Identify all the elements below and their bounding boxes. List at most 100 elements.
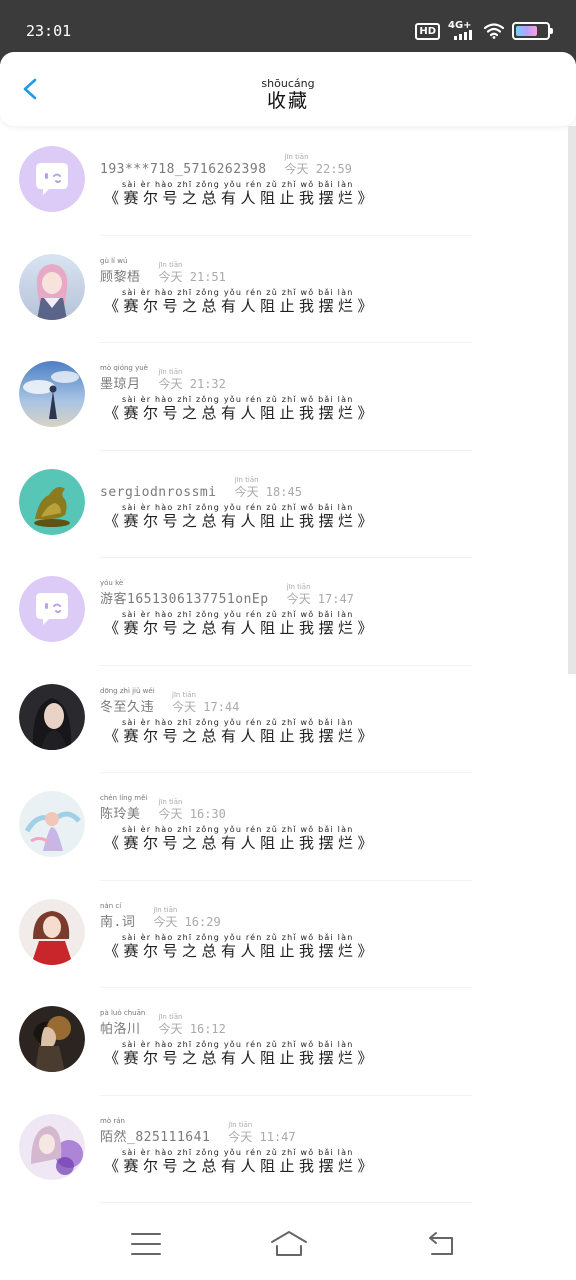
user-meta: mò rán 陌然_825111641 jīn tiān 今天 11:47	[100, 1117, 296, 1145]
list-item[interactable]: pà luò chuān 帕洛川 jīn tiān 今天 16:12 sài èr hà…	[0, 988, 568, 1096]
post-title-link[interactable]: 《赛尔号之总有人阻止我摆烂》	[104, 617, 377, 638]
timestamp: jīn tiān 今天 16:30	[159, 798, 226, 821]
user-name-pinyin: yóu kè	[100, 579, 124, 587]
menu-button[interactable]	[128, 1228, 164, 1260]
user-name-pinyin: pà luò chuān	[100, 1009, 146, 1017]
post-title-link[interactable]: 《赛尔号之总有人阻止我摆烂》	[104, 402, 377, 423]
user-name-wrap: chén líng měi 陈玲美	[100, 794, 147, 822]
user-name[interactable]: 193***718_5716262398	[100, 162, 267, 177]
avatar[interactable]	[19, 898, 85, 965]
user-name[interactable]: 游客1651306137751onEp	[100, 592, 269, 607]
timestamp: jīn tiān 今天 18:45	[234, 476, 302, 499]
post-title-link[interactable]: 《赛尔号之总有人阻止我摆烂》	[104, 832, 377, 853]
avatar[interactable]	[19, 253, 85, 320]
timestamp: jīn tiān 今天 21:51	[158, 261, 226, 284]
back-nav-button[interactable]	[424, 1228, 460, 1260]
user-name-pinyin: mò rán	[100, 1116, 125, 1125]
home-icon	[271, 1231, 307, 1256]
avatar[interactable]	[19, 1006, 85, 1072]
divider	[100, 1202, 472, 1203]
timestamp-pinyin: jīn tiān	[158, 260, 183, 269]
user-name-wrap: pà luò chuān 帕洛川	[100, 1009, 145, 1037]
timestamp-pinyin: jīn tiān	[158, 1013, 183, 1021]
avatar[interactable]	[19, 576, 85, 642]
status-icons: HD 4G+	[415, 20, 553, 42]
avatar[interactable]	[19, 468, 85, 535]
user-meta: gù lí wú 顾黎梧 jīn tiān 今天 21:51	[100, 257, 226, 285]
user-name[interactable]: 陈玲美	[100, 807, 141, 822]
user-name-wrap: mò qióng yuè 墨琼月	[100, 364, 148, 392]
signal-icon: 4G+	[448, 20, 476, 42]
list-item[interactable]: dōng zhì jiǔ wéi 冬至久违 jīn tiān 今天 17:44 sài …	[0, 666, 568, 773]
hd-icon: HD	[415, 22, 440, 40]
list-item[interactable]: 193***718_5716262398 jīn tiān 今天 22:59 sài …	[0, 128, 568, 236]
timestamp-text: 今天 11:47	[228, 1129, 296, 1144]
list-item[interactable]: yóu kè 游客1651306137751onEp jīn tiān 今天 17:4…	[0, 558, 568, 666]
post-title-link[interactable]: 《赛尔号之总有人阻止我摆烂》	[104, 295, 377, 316]
timestamp-pinyin: jīn tiān	[234, 475, 259, 484]
avatar[interactable]	[19, 146, 85, 212]
post-title-link[interactable]: 《赛尔号之总有人阻止我摆烂》	[104, 725, 377, 746]
timestamp-text: 今天 22:59	[284, 162, 352, 176]
timestamp: jīn tiān 今天 11:47	[228, 1121, 296, 1144]
home-button[interactable]	[270, 1228, 308, 1260]
timestamp: jīn tiān 今天 16:29	[153, 906, 221, 929]
menu-icon	[131, 1233, 161, 1255]
avatar[interactable]	[19, 1113, 85, 1180]
list-item[interactable]: gù lí wú 顾黎梧 jīn tiān 今天 21:51 sài èr hào zh…	[0, 236, 568, 343]
user-meta: pà luò chuān 帕洛川 jīn tiān 今天 16:12	[100, 1009, 226, 1037]
page-title: 收藏	[266, 90, 309, 112]
list-item[interactable]: nán cí 南.词 jīn tiān 今天 16:29 sài èr hào zhī …	[0, 881, 568, 988]
status-time: 23:01	[26, 22, 72, 40]
user-name[interactable]: 陌然_825111641	[100, 1130, 210, 1145]
timestamp-text: 今天 18:45	[234, 484, 302, 499]
list-item[interactable]: mò rán 陌然_825111641 jīn tiān 今天 11:47 sài èr…	[0, 1096, 568, 1203]
post-title-link[interactable]: 《赛尔号之总有人阻止我摆烂》	[104, 187, 377, 208]
post-title-link[interactable]: 《赛尔号之总有人阻止我摆烂》	[104, 510, 377, 531]
wifi-icon	[484, 23, 504, 39]
timestamp: jīn tiān 今天 16:12	[158, 1013, 226, 1036]
user-name[interactable]: 顾黎梧	[100, 270, 141, 285]
list-item[interactable]: sergiodnrossmi jīn tiān 今天 18:45 sài èr hào…	[0, 451, 568, 558]
avatar[interactable]	[19, 791, 85, 857]
user-meta: nán cí 南.词 jīn tiān 今天 16:29	[100, 902, 221, 930]
post-title-link[interactable]: 《赛尔号之总有人阻止我摆烂》	[104, 940, 377, 961]
timestamp-text: 今天 16:29	[153, 914, 221, 929]
timestamp-pinyin: jīn tiān	[286, 583, 311, 591]
list-item[interactable]: chén líng měi 陈玲美 jīn tiān 今天 16:30 sài èr h…	[0, 773, 568, 881]
user-name-pinyin: dōng zhì jiǔ wéi	[100, 686, 155, 695]
user-name-wrap: 193***718_5716262398	[100, 158, 267, 177]
user-meta: dōng zhì jiǔ wéi 冬至久违 jīn tiān 今天 17:44	[100, 687, 240, 715]
user-name[interactable]: sergiodnrossmi	[100, 485, 217, 500]
user-name-wrap: mò rán 陌然_825111641	[100, 1117, 210, 1145]
timestamp-text: 今天 21:51	[158, 269, 226, 284]
user-name[interactable]: 南.词	[100, 915, 135, 930]
user-name[interactable]: 帕洛川	[100, 1022, 141, 1037]
timestamp-pinyin: jīn tiān	[228, 1120, 253, 1129]
list-item[interactable]: mò qióng yuè 墨琼月 jīn tiān 今天 21:32 sài èr hà…	[0, 343, 568, 451]
user-name-wrap: sergiodnrossmi	[100, 481, 217, 500]
avatar[interactable]	[19, 361, 85, 427]
user-name-wrap: gù lí wú 顾黎梧	[100, 257, 141, 285]
timestamp-pinyin: jīn tiān	[172, 690, 196, 699]
post-title-link[interactable]: 《赛尔号之总有人阻止我摆烂》	[104, 1155, 377, 1176]
timestamp-text: 今天 16:12	[158, 1022, 226, 1036]
user-name-pinyin: nán cí	[100, 901, 122, 910]
post-title-link[interactable]: 《赛尔号之总有人阻止我摆烂》	[104, 1047, 377, 1068]
user-name[interactable]: 冬至久违	[100, 700, 154, 715]
system-nav-bar	[0, 1210, 576, 1280]
timestamp-text: 今天 17:44	[172, 699, 240, 714]
scrollbar[interactable]	[568, 126, 576, 674]
page-title-pinyin: shōucáng	[261, 77, 315, 90]
avatar[interactable]	[19, 683, 85, 750]
user-name-wrap: nán cí 南.词	[100, 902, 135, 930]
user-name-pinyin: chén líng měi	[100, 794, 148, 802]
user-name[interactable]: 墨琼月	[100, 377, 141, 392]
user-meta: 193***718_5716262398 jīn tiān 今天 22:59	[100, 153, 352, 177]
user-name-wrap: dōng zhì jiǔ wéi 冬至久违	[100, 687, 155, 715]
timestamp-pinyin: jīn tiān	[153, 905, 178, 914]
page-title-wrap: shōucáng 收藏	[0, 77, 576, 113]
timestamp: jīn tiān 今天 21:32	[158, 368, 226, 391]
timestamp-text: 今天 17:47	[286, 592, 354, 606]
timestamp-text: 今天 21:32	[158, 377, 226, 391]
